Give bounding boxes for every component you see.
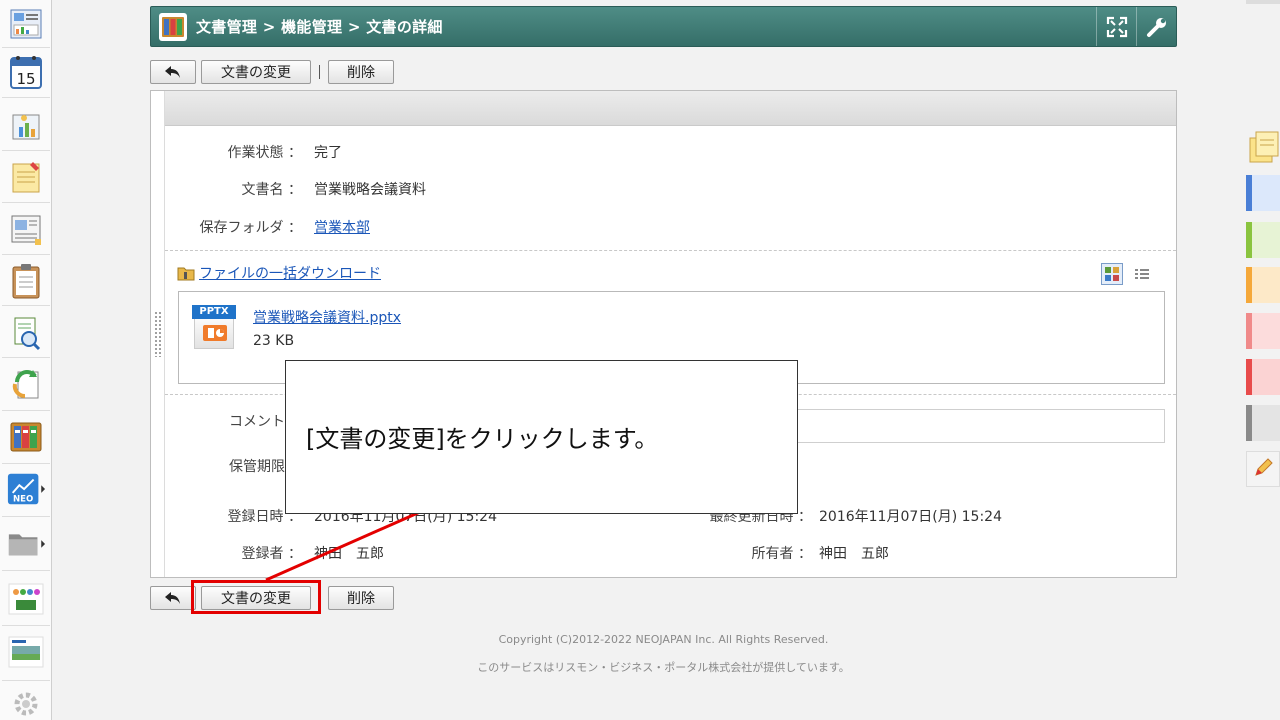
back-button-bottom[interactable]	[150, 586, 196, 610]
instruction-callout: [文書の変更]をクリックします。	[285, 360, 798, 514]
footer-provider: このサービスはリスモン・ビジネス・ポータル株式会社が提供しています。	[477, 661, 850, 674]
highlight-box	[191, 580, 321, 614]
back-arrow-icon	[165, 592, 180, 604]
delete-button-bottom[interactable]: 削除	[328, 586, 394, 610]
footer-copyright: Copyright (C)2012-2022 NEOJAPAN Inc. All…	[498, 633, 829, 646]
